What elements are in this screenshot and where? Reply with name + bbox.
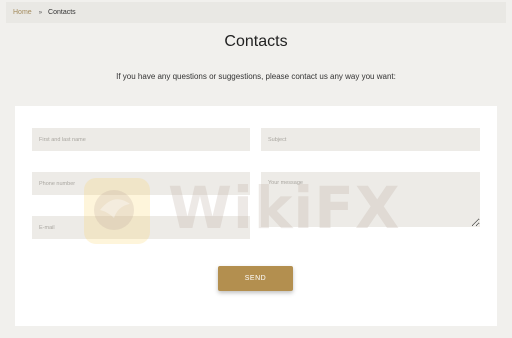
- name-input[interactable]: [32, 128, 250, 151]
- intro-text: If you have any questions or suggestions…: [116, 72, 396, 81]
- breadcrumb-home-link[interactable]: Home: [13, 9, 32, 16]
- email-input[interactable]: [32, 216, 250, 239]
- message-textarea[interactable]: [261, 172, 480, 227]
- phone-input[interactable]: [32, 172, 250, 195]
- breadcrumb-current: Contacts: [48, 9, 76, 16]
- breadcrumb-separator: »: [38, 10, 43, 16]
- breadcrumb: Home » Contacts: [6, 2, 506, 23]
- contact-form-card: SEND: [15, 106, 497, 326]
- page-title: Contacts: [224, 33, 288, 50]
- send-button[interactable]: SEND: [218, 266, 293, 291]
- subject-input[interactable]: [261, 128, 480, 151]
